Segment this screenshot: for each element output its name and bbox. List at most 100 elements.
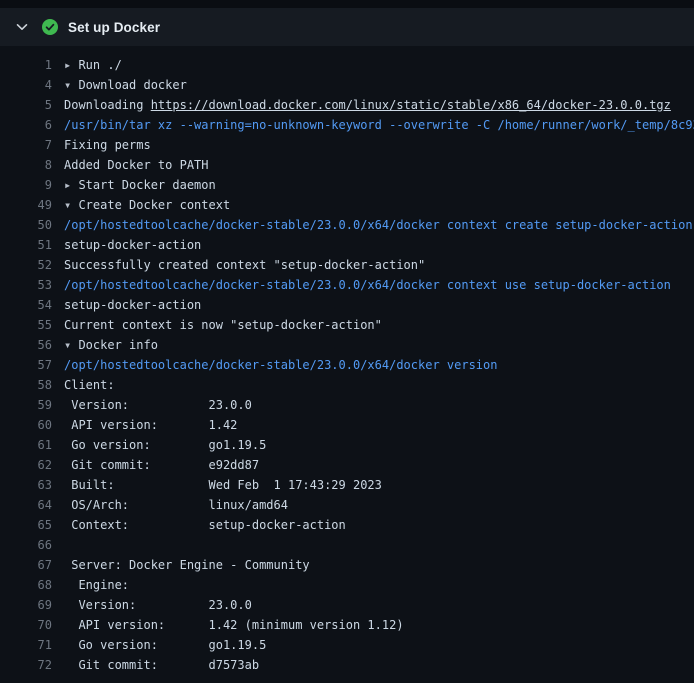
line-number[interactable]: 61 — [0, 435, 52, 455]
line-text: /opt/hostedtoolcache/docker-stable/23.0.… — [64, 215, 693, 235]
log-line: 53/opt/hostedtoolcache/docker-stable/23.… — [0, 275, 694, 295]
step-header[interactable]: Set up Docker — [0, 8, 694, 46]
line-number[interactable]: 54 — [0, 295, 52, 315]
line-number[interactable]: 1 — [0, 55, 52, 75]
line-text: Client: — [64, 375, 115, 395]
line-number[interactable]: 55 — [0, 315, 52, 335]
log-line: 54 setup-docker-action — [0, 295, 694, 315]
log-line: 7 Fixing perms — [0, 135, 694, 155]
log-line: 1 ▸ Run ./ — [0, 55, 694, 75]
group-arrow-icon: ▾ — [64, 78, 78, 92]
log-text: API version: 1.42 — [64, 418, 237, 432]
log-text: Download docker — [78, 78, 186, 92]
log-line: 67 Server: Docker Engine - Community — [0, 555, 694, 575]
log-text: API version: 1.42 (minimum version 1.12) — [64, 618, 404, 632]
line-number[interactable]: 5 — [0, 95, 52, 115]
log-text: setup-docker-action — [64, 238, 201, 252]
group-arrow-icon: ▾ — [64, 338, 78, 352]
command-text: /opt/hostedtoolcache/docker-stable/23.0.… — [64, 218, 693, 232]
log-line: 69 Version: 23.0.0 — [0, 595, 694, 615]
line-text: Engine: — [64, 575, 129, 595]
line-number[interactable]: 69 — [0, 595, 52, 615]
line-text: API version: 1.42 (minimum version 1.12) — [64, 615, 404, 635]
line-text: Added Docker to PATH — [64, 155, 209, 175]
log-text: Go version: go1.19.5 — [64, 638, 266, 652]
line-number[interactable]: 7 — [0, 135, 52, 155]
check-circle-icon — [42, 19, 58, 35]
line-number[interactable]: 60 — [0, 415, 52, 435]
log-line: 63 Built: Wed Feb 1 17:43:29 2023 — [0, 475, 694, 495]
line-number[interactable]: 49 — [0, 195, 52, 215]
chevron-down-icon[interactable] — [14, 19, 30, 35]
log-line: 55 Current context is now "setup-docker-a… — [0, 315, 694, 335]
command-text: /opt/hostedtoolcache/docker-stable/23.0.… — [64, 278, 671, 292]
line-number[interactable]: 4 — [0, 75, 52, 95]
line-number[interactable]: 56 — [0, 335, 52, 355]
log-line: 72 Git commit: d7573ab — [0, 655, 694, 675]
log-text: Run ./ — [78, 58, 121, 72]
line-number[interactable]: 51 — [0, 235, 52, 255]
log-text: Context: setup-docker-action — [64, 518, 346, 532]
log-line: 64 OS/Arch: linux/amd64 — [0, 495, 694, 515]
log-group-toggle[interactable]: ▾ Download docker — [64, 75, 187, 95]
line-number[interactable]: 64 — [0, 495, 52, 515]
line-number[interactable]: 58 — [0, 375, 52, 395]
line-text: Downloading https://download.docker.com/… — [64, 95, 671, 115]
log-text: Current context is now "setup-docker-act… — [64, 318, 382, 332]
line-number[interactable]: 65 — [0, 515, 52, 535]
line-text: Go version: go1.19.5 — [64, 635, 266, 655]
line-number[interactable]: 68 — [0, 575, 52, 595]
line-number[interactable]: 50 — [0, 215, 52, 235]
log-text: Docker info — [78, 338, 157, 352]
log-group-toggle[interactable]: ▸ Start Docker daemon — [64, 175, 216, 195]
log-link[interactable]: https://download.docker.com/linux/static… — [151, 98, 671, 112]
line-text: Server: Docker Engine - Community — [64, 555, 310, 575]
group-arrow-icon: ▸ — [64, 178, 78, 192]
line-number[interactable]: 67 — [0, 555, 52, 575]
group-arrow-icon: ▸ — [64, 58, 78, 72]
log-line: 52 Successfully created context "setup-do… — [0, 255, 694, 275]
line-number[interactable]: 53 — [0, 275, 52, 295]
group-arrow-icon: ▾ — [64, 198, 78, 212]
log-group-toggle[interactable]: ▸ Run ./ — [64, 55, 122, 75]
log-text: Server: Docker Engine - Community — [64, 558, 310, 572]
line-number[interactable]: 72 — [0, 655, 52, 675]
log-line: 6/usr/bin/tar xz --warning=no-unknown-ke… — [0, 115, 694, 135]
line-text: /usr/bin/tar xz --warning=no-unknown-key… — [64, 115, 694, 135]
top-strip — [0, 0, 694, 8]
log-group-toggle[interactable]: ▾ Docker info — [64, 335, 158, 355]
log-text: Client: — [64, 378, 115, 392]
log-text: Engine: — [64, 578, 129, 592]
log-line: 51 setup-docker-action — [0, 235, 694, 255]
line-text: Successfully created context "setup-dock… — [64, 255, 425, 275]
log-text: Successfully created context "setup-dock… — [64, 258, 425, 272]
line-number[interactable]: 6 — [0, 115, 52, 135]
log-text: Added Docker to PATH — [64, 158, 209, 172]
log-area: 1 ▸ Run ./ 4 ▾ Download docker 5 Downloading … — [0, 46, 694, 675]
log-line: 60 API version: 1.42 — [0, 415, 694, 435]
line-number[interactable]: 70 — [0, 615, 52, 635]
log-text: Downloading — [64, 98, 151, 112]
log-line: 57/opt/hostedtoolcache/docker-stable/23.… — [0, 355, 694, 375]
log-text: Version: 23.0.0 — [64, 398, 252, 412]
line-number[interactable]: 63 — [0, 475, 52, 495]
line-text: Git commit: e92dd87 — [64, 455, 259, 475]
line-text: /opt/hostedtoolcache/docker-stable/23.0.… — [64, 355, 497, 375]
log-line: 9 ▸ Start Docker daemon — [0, 175, 694, 195]
log-group-toggle[interactable]: ▾ Create Docker context — [64, 195, 230, 215]
log-line: 49 ▾ Create Docker context — [0, 195, 694, 215]
line-text: Context: setup-docker-action — [64, 515, 346, 535]
log-text: Git commit: d7573ab — [64, 658, 259, 672]
line-number[interactable]: 57 — [0, 355, 52, 375]
line-number[interactable]: 9 — [0, 175, 52, 195]
log-text: setup-docker-action — [64, 298, 201, 312]
line-number[interactable]: 62 — [0, 455, 52, 475]
line-number[interactable]: 52 — [0, 255, 52, 275]
line-text: Version: 23.0.0 — [64, 595, 252, 615]
line-number[interactable]: 71 — [0, 635, 52, 655]
line-text: Fixing perms — [64, 135, 151, 155]
line-text: Git commit: d7573ab — [64, 655, 259, 675]
line-number[interactable]: 8 — [0, 155, 52, 175]
line-number[interactable]: 59 — [0, 395, 52, 415]
line-number[interactable]: 66 — [0, 535, 52, 555]
